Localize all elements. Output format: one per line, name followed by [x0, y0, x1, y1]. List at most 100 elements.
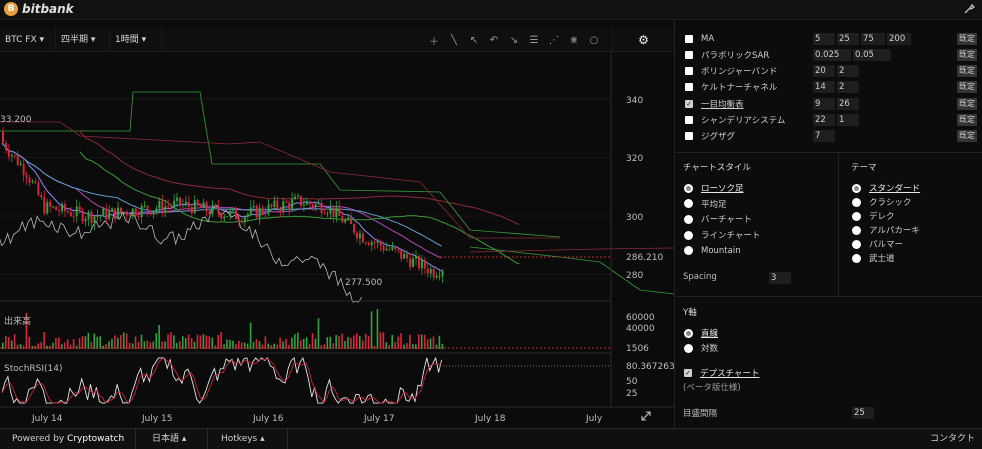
radio-button[interactable] — [684, 183, 693, 193]
volume-bar — [367, 335, 370, 349]
indicator-row[interactable]: ケルトナーチャネル — [685, 80, 813, 95]
radio-button[interactable] — [684, 214, 693, 224]
indicator-param-input[interactable]: 25 — [837, 32, 859, 45]
indicator-default-button[interactable]: 既定 — [957, 48, 977, 61]
chart-style-option[interactable]: Mountain — [684, 244, 741, 258]
fibonacci-fan-icon[interactable]: ⋰ — [544, 35, 564, 46]
indicator-param-input[interactable]: 7 — [813, 130, 835, 143]
expand-icon[interactable] — [641, 411, 651, 421]
indicator-row[interactable]: シャンデリアシステム — [685, 113, 813, 128]
candle-body — [205, 202, 208, 212]
indicator-checkbox[interactable] — [685, 83, 693, 92]
indicator-default-button[interactable]: 既定 — [957, 65, 977, 78]
indicator-param-input[interactable]: 200 — [887, 32, 911, 45]
radio-button[interactable] — [852, 183, 861, 193]
radio-button[interactable] — [852, 239, 861, 249]
settings-wrench-icon[interactable] — [962, 3, 976, 17]
hotkeys-dropdown[interactable]: Hotkeys ▴ — [215, 429, 271, 449]
indicator-row[interactable]: ✓ 一目均衡表 — [685, 96, 813, 111]
radio-button[interactable] — [852, 253, 861, 263]
horizontal-lines-icon[interactable]: ☰ — [524, 35, 544, 46]
pair-dropdown[interactable]: BTC FX ▾ — [0, 28, 56, 52]
volume-bar — [423, 334, 426, 349]
radio-button[interactable] — [684, 246, 693, 256]
chart-style-option[interactable]: ラインチャート — [684, 228, 760, 242]
indicator-label: シャンデリアシステム — [701, 116, 786, 126]
indicator-param-input[interactable]: 20 — [813, 65, 835, 78]
theme-option[interactable]: デレク — [852, 209, 895, 223]
chart-settings-button[interactable]: ⚙ — [612, 28, 674, 52]
volume-bar — [282, 341, 284, 349]
radio-button[interactable] — [852, 197, 861, 207]
indicator-checkbox[interactable] — [685, 116, 693, 124]
indicator-row[interactable]: MA — [685, 31, 813, 46]
candle-body — [226, 216, 229, 218]
period-dropdown[interactable]: 四半期 ▾ — [56, 28, 110, 52]
candle-body — [25, 175, 28, 178]
indicator-checkbox[interactable] — [685, 132, 693, 141]
powered-by[interactable]: Powered by Cryptowatch — [6, 429, 130, 449]
indicator-checkbox[interactable] — [685, 34, 693, 43]
candle-body — [291, 199, 294, 209]
indicator-param-input[interactable]: 0.05 — [853, 48, 891, 61]
indicator-param-input[interactable]: 22 — [813, 114, 835, 126]
radio-button[interactable] — [684, 230, 693, 240]
theme-option[interactable]: クラシック — [852, 195, 911, 209]
indicator-default-button[interactable]: 既定 — [957, 97, 977, 110]
interval-dropdown[interactable]: 1時間 ▾ — [110, 28, 162, 52]
gann-fan-icon[interactable]: ⋇ — [564, 35, 584, 46]
indicator-checkbox[interactable]: ✓ — [685, 99, 693, 108]
cryptowatch-link[interactable]: Cryptowatch — [67, 434, 124, 444]
y-axis-option[interactable]: 直線 — [684, 326, 718, 340]
indicator-row[interactable]: ジグザグ — [685, 129, 813, 144]
radio-button[interactable] — [852, 225, 861, 235]
depth-chart-checkbox[interactable]: ✓ — [684, 369, 692, 377]
chart-style-option[interactable]: 平均足 — [684, 197, 727, 211]
indicator-param-input[interactable]: 2 — [837, 65, 859, 78]
theme-option[interactable]: スタンダード — [852, 181, 920, 195]
radio-button[interactable] — [684, 199, 693, 209]
grid-interval-input[interactable]: 25 — [852, 407, 874, 419]
radio-button[interactable] — [684, 328, 693, 338]
contact-link[interactable]: コンタクト — [924, 429, 981, 449]
curve-tool-icon[interactable]: ↶ — [484, 35, 504, 46]
volume-bar — [364, 333, 367, 349]
indicator-row[interactable]: パラボリックSAR — [685, 47, 813, 62]
chart-canvas[interactable]: 340 320 300 286.210 280 33.200 277.500 出… — [0, 52, 674, 428]
indicator-param-input[interactable]: 14 — [813, 81, 835, 94]
radio-button[interactable] — [852, 211, 861, 221]
crosshair-icon[interactable]: ＋ — [424, 33, 444, 48]
chart-style-option[interactable]: バーチャート — [684, 212, 752, 226]
arrow-tool-icon[interactable]: ↘ — [504, 35, 524, 46]
chart-style-option[interactable]: ローソク足 — [684, 181, 744, 195]
ray-tool-icon[interactable]: ↖ — [464, 35, 484, 46]
indicator-default-button[interactable]: 既定 — [957, 130, 977, 143]
spacing-input[interactable]: 3 — [769, 272, 791, 284]
price-chart[interactable]: 340 320 300 286.210 280 33.200 277.500 出… — [0, 52, 674, 428]
theme-option[interactable]: アルパカーキ — [852, 223, 920, 237]
line-tool-icon[interactable]: ╲ — [444, 35, 464, 46]
circle-tool-icon[interactable]: ○ — [584, 35, 604, 46]
indicator-param-input[interactable]: 0.025 — [813, 48, 851, 61]
depth-chart-toggle[interactable]: ✓ デプスチャート — [684, 366, 759, 380]
y-axis-option[interactable]: 対数 — [684, 341, 718, 355]
indicator-default-button[interactable]: 既定 — [957, 114, 977, 126]
indicator-param-input[interactable]: 75 — [861, 32, 885, 45]
brand-logo[interactable]: B bitbank — [4, 2, 74, 16]
indicator-param-input[interactable]: 2 — [837, 81, 859, 94]
indicator-default-button[interactable]: 既定 — [957, 32, 977, 45]
indicator-default-button[interactable]: 既定 — [957, 81, 977, 94]
indicator-param-input[interactable]: 26 — [837, 97, 859, 110]
candle-body — [252, 205, 255, 208]
indicator-param-input[interactable]: 9 — [813, 97, 835, 110]
theme-option[interactable]: 武士道 — [852, 251, 895, 265]
theme-option[interactable]: パルマー — [852, 237, 903, 251]
indicator-param-input[interactable]: 5 — [813, 32, 835, 45]
language-dropdown[interactable]: 日本語 ▴ — [146, 429, 192, 449]
indicator-checkbox[interactable] — [685, 50, 693, 59]
indicator-row[interactable]: ボリンジャーバンド — [685, 64, 813, 79]
volume-bar — [214, 345, 216, 349]
radio-button[interactable] — [684, 343, 693, 353]
indicator-checkbox[interactable] — [685, 67, 693, 76]
indicator-param-input[interactable]: 1 — [837, 114, 859, 126]
